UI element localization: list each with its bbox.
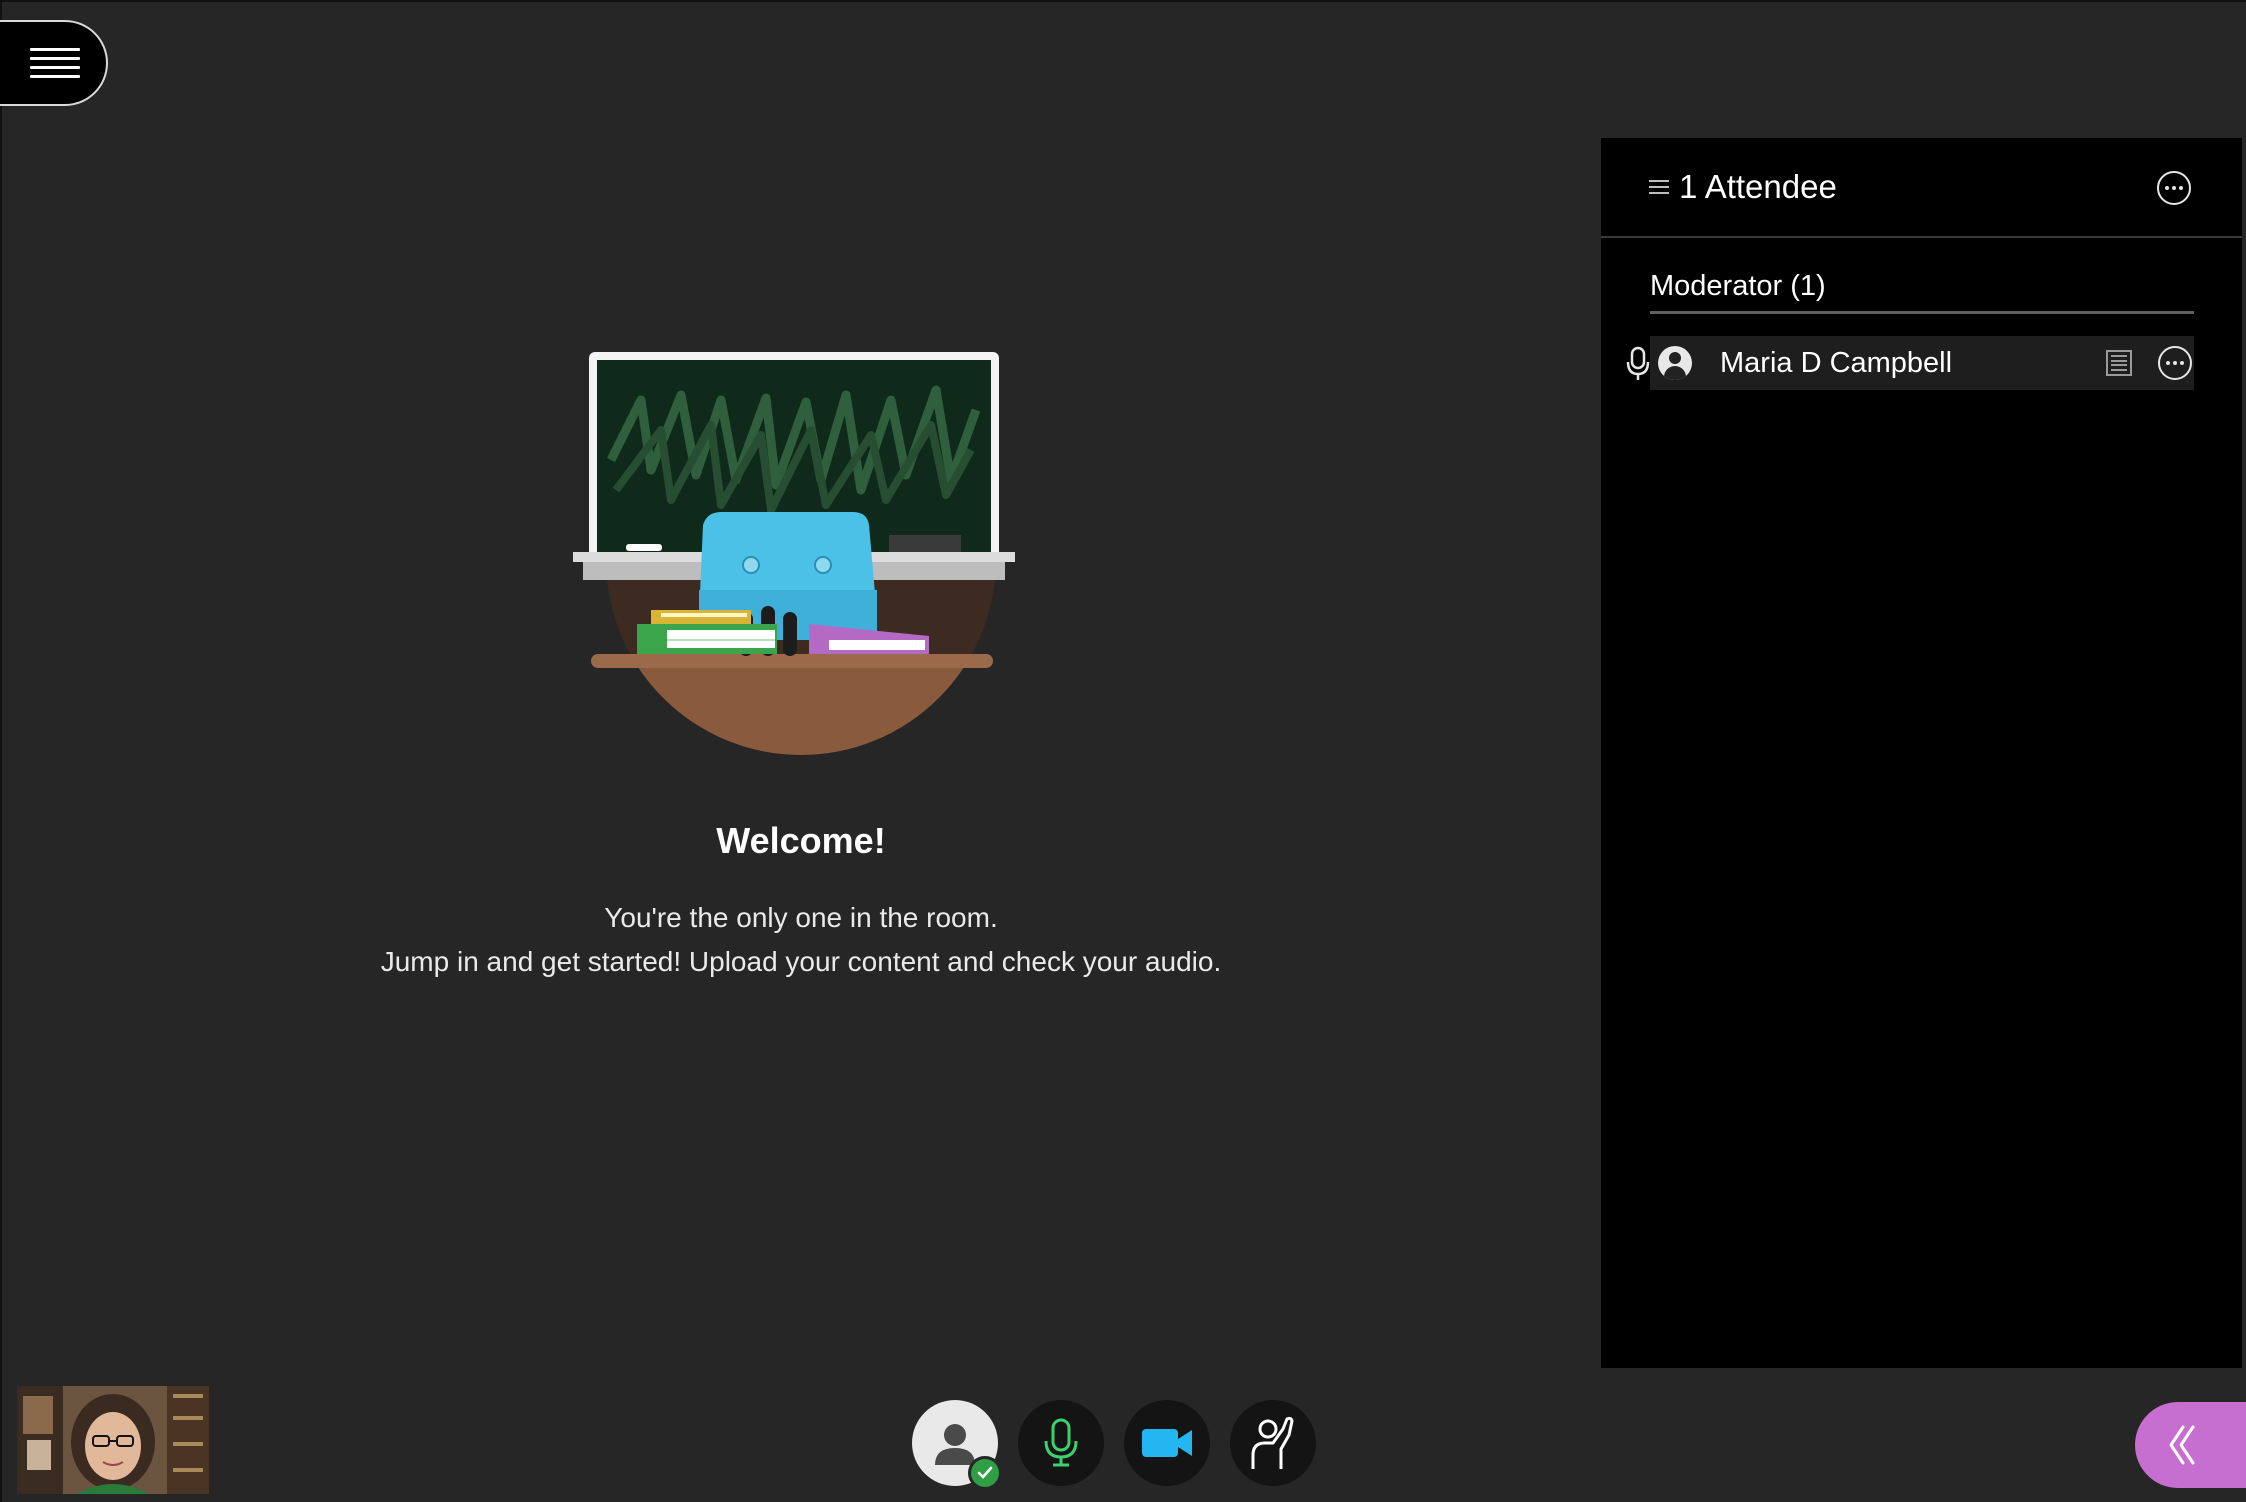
welcome-area: Welcome! You're the only one in the room…	[300, 340, 1302, 984]
attendees-title: 1 Attendee	[1679, 168, 1837, 205]
session-controls	[912, 1400, 1316, 1490]
video-camera-icon	[1142, 1429, 1192, 1457]
main-menu-button[interactable]	[0, 20, 108, 106]
raise-hand-icon	[1251, 1416, 1294, 1469]
captions-icon[interactable]	[2106, 350, 2132, 376]
attendee-more-options-icon[interactable]	[2158, 346, 2192, 380]
attendee-name: Maria D Campbell	[1720, 346, 1953, 379]
my-status-button[interactable]	[912, 1400, 1002, 1490]
window-top-edge	[0, 0, 2246, 2]
self-video-preview[interactable]	[17, 1386, 209, 1494]
camera-button[interactable]	[1124, 1400, 1210, 1486]
hamburger-menu-icon	[30, 48, 80, 78]
webcam-image	[17, 1386, 209, 1494]
microphone-icon	[1044, 1418, 1078, 1467]
attendees-options-more-icon[interactable]	[2157, 171, 2191, 205]
double-chevron-left-icon	[2169, 1425, 2195, 1465]
collapse-list-icon[interactable]	[1649, 180, 1669, 194]
microphone-icon	[1626, 346, 1650, 380]
window-left-edge	[0, 0, 2, 1502]
moderator-group-label[interactable]: Moderator (1)	[1650, 270, 2194, 314]
microphone-button[interactable]	[1018, 1400, 1104, 1486]
classroom-illustration	[573, 352, 1015, 755]
attendees-panel-header: 1 Attendee	[1601, 138, 2242, 238]
attendees-panel: 1 Attendee Moderator (1) Maria D Campbel…	[1601, 138, 2242, 1368]
checkmark-icon	[968, 1456, 1002, 1490]
attendee-row[interactable]: Maria D Campbell	[1650, 336, 2194, 390]
welcome-title: Welcome!	[716, 820, 886, 861]
welcome-message-line-1: You're the only one in the room.	[604, 902, 998, 933]
welcome-message-line-2: Jump in and get started! Upload your con…	[380, 946, 1222, 977]
raise-hand-button[interactable]	[1230, 1400, 1316, 1486]
avatar	[1658, 346, 1692, 380]
collaborate-panel-toggle-button[interactable]	[2135, 1402, 2246, 1488]
